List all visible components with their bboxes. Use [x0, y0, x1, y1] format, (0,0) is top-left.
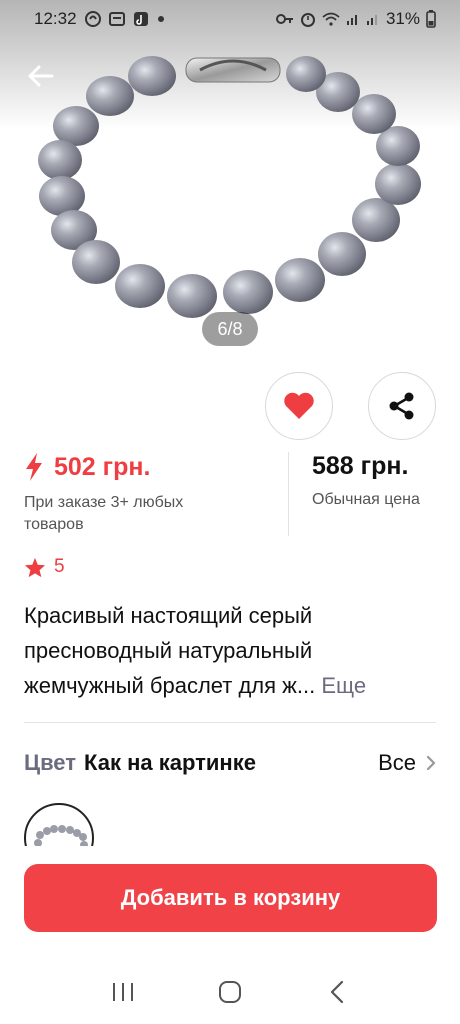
- favorite-button[interactable]: [265, 372, 333, 440]
- home-button[interactable]: [210, 972, 250, 1012]
- share-button[interactable]: [368, 372, 436, 440]
- wifi-icon: [322, 12, 340, 26]
- color-value: Как на картинке: [84, 750, 256, 775]
- section-divider: [24, 722, 436, 723]
- battery-percent: 31%: [385, 9, 420, 28]
- regular-price-value: 588 грн.: [312, 452, 409, 480]
- message-icon: [108, 12, 125, 26]
- tiktok-icon: [133, 11, 149, 27]
- star-icon: [24, 557, 46, 577]
- product-description-text: Красивый настоящий серый пресноводный на…: [24, 603, 316, 698]
- status-bar: 12:32 31%: [0, 0, 460, 38]
- all-colors-link[interactable]: Все: [378, 750, 436, 776]
- product-gallery[interactable]: [0, 0, 460, 356]
- promo-price-value: 502 грн.: [54, 452, 151, 481]
- show-more-link[interactable]: Еще: [315, 673, 366, 698]
- gallery-pager: 6/8: [202, 312, 258, 346]
- battery-icon: [426, 10, 436, 28]
- all-colors-label: Все: [378, 750, 416, 775]
- alarm-icon: [300, 11, 316, 27]
- heart-icon: [284, 392, 314, 419]
- recent-apps-icon: [113, 983, 134, 1001]
- color-label: Цвет: [24, 750, 77, 775]
- add-to-cart-button[interactable]: Добавить в корзину: [24, 864, 437, 932]
- product-description: Красивый настоящий серый пресноводный на…: [24, 598, 436, 703]
- recent-apps-button[interactable]: [103, 972, 143, 1012]
- back-nav-button[interactable]: [317, 972, 357, 1012]
- back-arrow-icon: [28, 65, 54, 87]
- product-image: [38, 56, 421, 318]
- price-divider: [288, 452, 289, 536]
- promo-price: 502 грн.: [24, 452, 274, 482]
- back-chevron-icon: [330, 980, 343, 1004]
- rating[interactable]: 5: [24, 556, 65, 578]
- system-nav-bar: [0, 960, 460, 1024]
- regular-price-note: Обычная цена: [312, 491, 420, 508]
- dot-icon: [157, 15, 165, 23]
- share-icon: [389, 392, 414, 420]
- price-block: 502 грн. При заказе 3+ любых товаров 588…: [24, 452, 436, 536]
- back-button[interactable]: [22, 58, 58, 94]
- lightning-icon: [26, 453, 42, 481]
- status-time: 12:32: [34, 9, 77, 28]
- rating-value: 5: [54, 556, 65, 577]
- signal-icon: [366, 12, 380, 26]
- home-icon: [218, 981, 241, 1003]
- promo-price-block: 502 грн. При заказе 3+ любых товаров: [24, 452, 274, 536]
- chevron-right-icon: [426, 755, 436, 771]
- color-selector-row[interactable]: Цвет Как на картинке Все: [24, 746, 436, 780]
- promo-price-note: При заказе 3+ любых товаров: [24, 494, 184, 533]
- signal-icon: [346, 12, 360, 26]
- key-icon: [275, 13, 294, 25]
- regular-price-block: 588 грн. Обычная цена: [312, 452, 420, 509]
- app-notification-icon: [84, 11, 101, 27]
